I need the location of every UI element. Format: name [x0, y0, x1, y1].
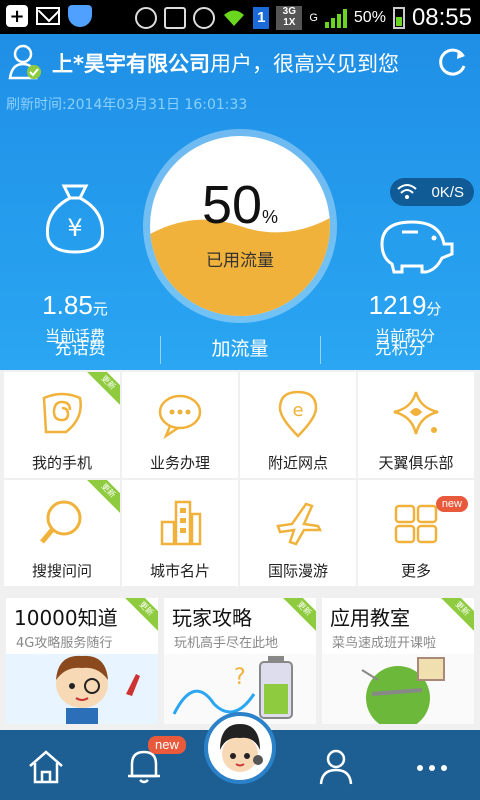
network-1x-label: 1X [283, 17, 296, 28]
updated-ribbon: 更新 [84, 480, 120, 515]
piggy-bank-icon [380, 220, 454, 274]
grid-item-city-card[interactable]: 城市名片 [122, 480, 238, 586]
more-dots-icon[interactable] [412, 746, 452, 786]
phone-swirl-icon [42, 392, 82, 434]
money-bag-icon: ¥ [45, 184, 105, 254]
promo-subtitle: 菜鸟速成班开课啦 [332, 636, 437, 651]
refresh-icon[interactable] [434, 44, 470, 80]
promo-subtitle: 4G攻略服务随行 [16, 636, 113, 651]
notification-new-badge: new [148, 736, 186, 754]
grid-item-more[interactable]: 更多 new [358, 480, 474, 586]
grid-item-label: 城市名片 [149, 562, 210, 580]
updated-ribbon: 更新 [280, 598, 316, 633]
battery-icon [392, 7, 405, 29]
network-g-label: G [309, 12, 318, 24]
points-value: 1219 [368, 290, 427, 320]
status-notifications: + [6, 5, 92, 27]
greeting-text: 上*昊宇有限公司用户，很高兴见到您 [52, 48, 399, 78]
promo-subtitle: 玩机高手尽在此地 [174, 636, 279, 651]
updated-ribbon: 更新 [438, 598, 474, 633]
svg-text:e: e [292, 400, 303, 421]
svg-text:?: ? [234, 665, 246, 690]
grid-item-label: 天翼俱乐部 [378, 454, 454, 472]
grid-item-label: 国际漫游 [267, 562, 328, 580]
network-speed-value: 0K/S [431, 183, 464, 201]
grid-item-club[interactable]: 天翼俱乐部 [358, 372, 474, 478]
redeem-points-button[interactable]: 兑积分 [320, 330, 480, 370]
data-usage-percent-sign: % [262, 207, 279, 227]
clock: 08:55 [411, 4, 472, 31]
promo-card-10000[interactable]: 10000知道 4G攻略服务随行 更新 [6, 598, 158, 724]
network-speed-indicator: 0K/S [390, 178, 474, 206]
star-club-icon [393, 391, 439, 435]
mail-icon [36, 7, 60, 25]
network-3g-label: 3G [282, 6, 297, 17]
security-shield-icon [68, 5, 92, 27]
promo-card-app-class[interactable]: 应用教室 菜鸟速成班开课啦 更新 [322, 598, 474, 724]
promo-title: 10000知道 [14, 606, 118, 630]
points-unit: 分 [426, 300, 442, 318]
greeting-row: 上*昊宇有限公司用户，很高兴见到您 [0, 34, 480, 92]
grid-item-search[interactable]: 搜搜问问 更新 [4, 480, 120, 586]
grid-item-label: 我的手机 [31, 454, 92, 472]
promo-title: 玩家攻略 [172, 606, 252, 630]
city-buildings-icon [160, 500, 202, 546]
profile-icon[interactable] [316, 746, 356, 786]
data-usage-percent: 50% [150, 174, 330, 236]
balance-unit: 元 [92, 300, 108, 318]
balance-value: 1.85 [42, 290, 93, 320]
grid-item-roaming[interactable]: 国际漫游 [240, 480, 356, 586]
eye-icon [135, 7, 158, 29]
updated-ribbon: 更新 [122, 598, 158, 633]
grid-item-label: 更多 [400, 562, 431, 580]
grid-item-nearby-outlets[interactable]: e 附近网点 [240, 372, 356, 478]
company-name: 上*昊宇有限公司 [52, 52, 210, 76]
network-type-indicator: 3G 1X [276, 6, 303, 30]
data-usage-percent-value: 50 [201, 175, 263, 235]
status-bar: + 1 3G 1X G 50% 08:55 [0, 0, 480, 34]
wifi-icon [224, 10, 245, 26]
grid-item-label: 业务办理 [149, 454, 210, 472]
quick-actions-bar: 充话费 加流量 兑积分 [0, 330, 480, 370]
home-icon[interactable] [26, 746, 66, 786]
add-data-button[interactable]: 加流量 [160, 330, 320, 370]
refresh-timestamp: 刷新时间:2014年03月31日 16:01:33 [6, 97, 248, 113]
magnifier-icon [40, 500, 82, 544]
new-badge: new [435, 496, 468, 512]
promo-title: 应用教室 [330, 606, 410, 630]
cartoon-character-illustration [6, 654, 158, 724]
grid-item-services[interactable]: 业务办理 [122, 372, 238, 478]
add-notification-icon: + [6, 5, 28, 27]
account-overview-panel: 上*昊宇有限公司用户，很高兴见到您 刷新时间:2014年03月31日 16:01… [0, 34, 480, 370]
sim-slot-indicator: 1 [253, 7, 270, 29]
grid-item-label: 搜搜问问 [31, 562, 92, 580]
more-grid-icon [394, 504, 438, 544]
chat-bubble-icon [158, 394, 202, 440]
airplane-icon [276, 502, 323, 546]
user-verified-icon[interactable] [8, 44, 42, 80]
status-indicators: 1 3G 1X G 50% 08:55 [135, 4, 472, 32]
grid-item-label: 附近网点 [267, 454, 328, 472]
svg-text:¥: ¥ [67, 214, 82, 242]
data-usage-dial[interactable]: 50% 已用流量 [150, 136, 330, 316]
alarm-icon [193, 7, 216, 29]
signal-strength-icon [324, 8, 347, 28]
updated-ribbon: 更新 [84, 372, 120, 407]
vibrate-icon [164, 7, 187, 29]
speed-wifi-icon [397, 184, 417, 199]
data-usage-label: 已用流量 [206, 251, 274, 271]
location-pin-icon: e [278, 390, 318, 438]
globe-illustration [322, 654, 474, 724]
assistant-avatar[interactable] [204, 712, 276, 784]
topup-button[interactable]: 充话费 [0, 330, 160, 370]
grid-item-my-phone[interactable]: 我的手机 更新 [4, 372, 120, 478]
greeting-suffix: 用户，很高兴见到您 [209, 52, 399, 76]
promo-card-player-guide[interactable]: 玩家攻略 玩机高手尽在此地 更新 ? [164, 598, 316, 724]
battery-percent: 50% [353, 9, 386, 26]
assistant-face-icon [220, 724, 263, 772]
